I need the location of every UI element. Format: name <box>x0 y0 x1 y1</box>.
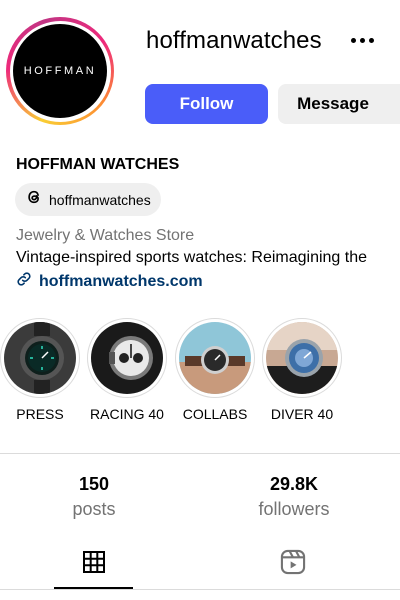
stats-divider <box>0 453 400 454</box>
posts-count: 150 <box>78 474 110 494</box>
link-icon <box>16 271 32 292</box>
profile-bio: Vintage-inspired sports watches: Reimagi… <box>16 249 368 266</box>
highlight-ring <box>87 318 167 398</box>
highlight-collabs[interactable]: COLLABS <box>172 318 258 422</box>
highlight-ring <box>175 318 255 398</box>
message-button[interactable]: Message <box>278 84 400 124</box>
highlight-diver-40[interactable]: DIVER 40 <box>259 318 345 422</box>
dot <box>350 37 356 43</box>
avatar-border: HOFFMAN <box>9 20 111 122</box>
avatar: HOFFMAN <box>13 24 107 118</box>
story-highlights: PRESS RACING 40 COLLABS DIVER 40 <box>0 318 400 428</box>
highlight-label: COLLABS <box>182 406 248 422</box>
highlight-ring <box>0 318 80 398</box>
follow-button[interactable]: Follow <box>145 84 268 124</box>
tab-posts-grid[interactable] <box>54 540 134 588</box>
highlight-press-image <box>4 322 76 394</box>
highlight-diver-40-image <box>266 322 338 394</box>
reels-icon <box>279 548 307 581</box>
profile-category: Jewelry & Watches Store <box>16 227 195 244</box>
website-link-text: hoffmanwatches.com <box>39 272 203 290</box>
profile-display-name: HOFFMAN WATCHES <box>16 156 180 173</box>
highlight-press[interactable]: PRESS <box>0 318 83 422</box>
dot <box>368 37 374 43</box>
more-options-icon[interactable] <box>346 26 378 54</box>
highlight-label: PRESS <box>16 406 64 422</box>
threads-handle: hoffmanwatches <box>49 191 151 208</box>
followers-label: followers <box>258 499 330 519</box>
highlight-label: DIVER 40 <box>270 406 334 422</box>
highlight-label: RACING 40 <box>90 406 164 422</box>
highlight-racing-40[interactable]: RACING 40 <box>84 318 170 422</box>
tabs-divider <box>0 589 400 590</box>
highlight-racing-40-image <box>91 322 163 394</box>
threads-icon <box>25 188 43 211</box>
profile-avatar-ring[interactable]: HOFFMAN <box>6 17 114 125</box>
followers-count: 29.8K <box>269 474 319 494</box>
highlight-ring <box>262 318 342 398</box>
profile-website-link[interactable]: hoffmanwatches.com <box>16 271 203 292</box>
posts-stat[interactable]: 150 posts <box>54 474 134 520</box>
tab-reels[interactable] <box>253 540 333 588</box>
grid-icon <box>82 550 106 579</box>
followers-stat[interactable]: 29.8K followers <box>244 474 344 520</box>
posts-label: posts <box>72 499 116 519</box>
threads-badge[interactable]: hoffmanwatches <box>15 183 161 216</box>
highlight-collabs-image <box>179 322 251 394</box>
dot <box>359 37 365 43</box>
avatar-logo-text: HOFFMAN <box>23 65 97 77</box>
profile-username: hoffmanwatches <box>146 27 322 54</box>
